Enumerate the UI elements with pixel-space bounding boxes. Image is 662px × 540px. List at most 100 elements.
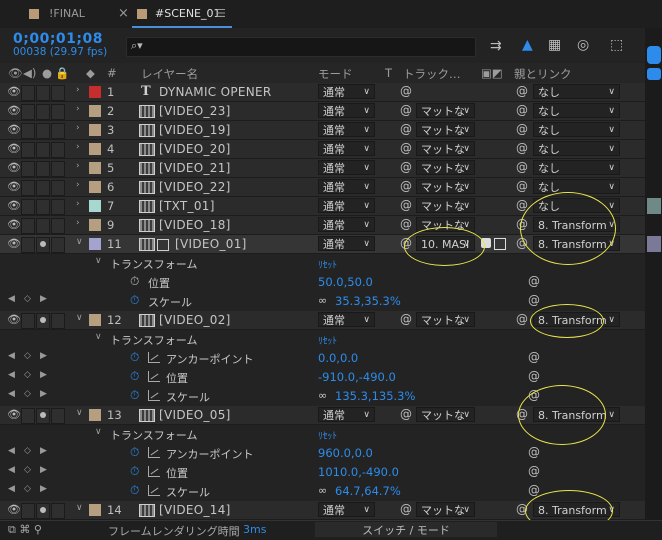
blend-mode-dropdown[interactable]: 通常 ∨ <box>318 198 375 213</box>
layer-row[interactable]: 👁 › 5 [VIDEO_21] 通常 ∨ @ マットな ∨ @ なし ∨ <box>0 159 645 178</box>
property-value[interactable]: 64.7,64.7% <box>335 484 401 498</box>
audio-column-icon[interactable]: ◀) <box>23 66 36 80</box>
property-value[interactable]: 135.3,135.3% <box>335 389 415 403</box>
pickwhip-icon[interactable]: @ <box>400 122 412 136</box>
property-value[interactable]: 0.0,0.0 <box>318 351 358 365</box>
column-t[interactable]: T <box>385 66 392 80</box>
audio-switch[interactable] <box>21 142 35 158</box>
blend-mode-dropdown[interactable]: 通常 ∨ <box>318 312 375 327</box>
solo-column-icon[interactable]: ● <box>42 66 52 80</box>
lock-switch[interactable] <box>51 199 65 215</box>
column-layer-name[interactable]: レイヤー名 <box>141 66 198 82</box>
layer-name[interactable]: [VIDEO_05] <box>159 408 231 422</box>
property-value[interactable]: 35.3,35.3% <box>335 294 401 308</box>
solo-switch[interactable] <box>36 104 50 120</box>
parent-dropdown[interactable]: なし ∨ <box>533 141 620 156</box>
track-matte-dropdown[interactable]: マットな ∨ <box>416 141 475 156</box>
parent-pickwhip-icon[interactable]: @ <box>516 160 528 174</box>
chevron-right-icon[interactable]: › <box>76 104 80 114</box>
property-row[interactable]: ◀ ◇ ▶ ⏱ 位置 1010.0,-490.0 @ <box>0 463 645 481</box>
lock-switch[interactable] <box>51 218 65 234</box>
layer-name[interactable]: [VIDEO_23] <box>159 104 231 118</box>
chevron-down-icon[interactable]: ∨ <box>76 313 83 323</box>
chevron-right-icon[interactable]: › <box>76 180 80 190</box>
chevron-down-icon[interactable]: ∨ <box>76 408 83 418</box>
next-keyframe-icon[interactable]: ▶ <box>40 446 47 456</box>
property-value[interactable]: 50.0,50.0 <box>318 275 373 289</box>
property-value[interactable]: 960.0,0.0 <box>318 446 373 460</box>
lock-switch[interactable] <box>51 123 65 139</box>
expression-pickwhip-icon[interactable]: @ <box>528 293 540 307</box>
visibility-eye-icon[interactable]: 👁 <box>7 199 21 212</box>
audio-switch[interactable] <box>21 104 35 120</box>
layer-name[interactable]: [VIDEO_21] <box>159 161 231 175</box>
label-column-icon[interactable]: ◆ <box>86 66 95 80</box>
label-color-swatch[interactable] <box>89 238 101 250</box>
track-matte-dropdown[interactable]: マットな ∨ <box>416 160 475 175</box>
graph-icon[interactable] <box>148 390 160 401</box>
property-row[interactable]: ◀ ◇ ▶ ⏱ 位置 -910.0,-490.0 @ <box>0 368 645 386</box>
add-keyframe-icon[interactable]: ◇ <box>24 484 31 494</box>
stopwatch-icon[interactable]: ⏱ <box>130 369 139 384</box>
visibility-eye-icon[interactable]: 👁 <box>7 313 21 326</box>
label-color-swatch[interactable] <box>89 409 101 421</box>
chevron-right-icon[interactable]: › <box>76 123 80 133</box>
comp-flowchart-icon[interactable]: ⇉ <box>490 38 502 54</box>
comp-icons[interactable]: ⧉ ⌘ ⚲ <box>8 523 42 537</box>
stopwatch-icon[interactable]: ⏱ <box>130 445 139 460</box>
property-row[interactable]: ⏱ 位置 50.0,50.0 @ <box>0 273 645 291</box>
layer-row[interactable]: 👁 › 4 [VIDEO_20] 通常 ∨ @ マットな ∨ @ なし ∨ <box>0 140 645 159</box>
layer-row[interactable]: 👁 › 3 [VIDEO_19] 通常 ∨ @ マットな ∨ @ なし ∨ <box>0 121 645 140</box>
pickwhip-icon[interactable]: @ <box>400 502 412 516</box>
parent-dropdown[interactable]: なし ∨ <box>533 84 620 99</box>
track-matte-dropdown[interactable]: マットな ∨ <box>416 122 475 137</box>
audio-switch[interactable] <box>21 161 35 177</box>
track-matte-dropdown[interactable]: マットな ∨ <box>416 407 475 422</box>
graph-icon[interactable] <box>148 485 160 496</box>
parent-dropdown[interactable]: なし ∨ <box>533 160 620 175</box>
label-color-swatch[interactable] <box>89 181 101 193</box>
audio-switch[interactable] <box>21 503 35 519</box>
chevron-down-icon[interactable]: ∨ <box>76 503 83 513</box>
constrain-proportions-icon[interactable]: ∞ <box>318 389 327 402</box>
tab-scene-01[interactable]: #SCENE_01 <box>155 0 221 28</box>
visibility-eye-icon[interactable]: 👁 <box>7 408 21 421</box>
reset-link[interactable]: ﾘｾｯﾄ <box>318 428 337 442</box>
label-color-swatch[interactable] <box>89 314 101 326</box>
parent-dropdown[interactable]: なし ∨ <box>533 122 620 137</box>
graph-icon[interactable] <box>148 466 160 477</box>
next-keyframe-icon[interactable]: ▶ <box>40 465 47 475</box>
next-keyframe-icon[interactable]: ▶ <box>40 294 47 304</box>
blend-mode-dropdown[interactable]: 通常 ∨ <box>318 236 375 251</box>
layer-name[interactable]: [TXT_01] <box>159 199 215 213</box>
visibility-eye-icon[interactable]: 👁 <box>7 503 21 516</box>
label-color-swatch[interactable] <box>89 143 101 155</box>
layer-name[interactable]: [VIDEO_22] <box>159 180 231 194</box>
solo-switch[interactable] <box>36 199 50 215</box>
blend-mode-dropdown[interactable]: 通常 ∨ <box>318 122 375 137</box>
parent-pickwhip-icon[interactable]: @ <box>516 103 528 117</box>
label-color-swatch[interactable] <box>89 162 101 174</box>
audio-switch[interactable] <box>21 237 35 253</box>
motion-blur-icon[interactable]: ◎ <box>577 37 589 53</box>
matte-invert-icon[interactable] <box>494 238 506 250</box>
parent-pickwhip-icon[interactable]: @ <box>516 122 528 136</box>
add-keyframe-icon[interactable]: ◇ <box>24 465 31 475</box>
parent-pickwhip-icon[interactable]: @ <box>516 84 528 98</box>
lock-switch[interactable] <box>51 85 65 101</box>
lock-switch[interactable] <box>51 161 65 177</box>
prev-keyframe-icon[interactable]: ◀ <box>8 294 15 304</box>
solo-switch[interactable] <box>36 218 50 234</box>
pickwhip-icon[interactable]: @ <box>400 312 412 326</box>
next-keyframe-icon[interactable]: ▶ <box>40 351 47 361</box>
stopwatch-icon[interactable]: ⏱ <box>130 483 139 498</box>
column-number[interactable]: # <box>107 66 117 80</box>
solo-switch[interactable] <box>36 123 50 139</box>
work-area-start[interactable] <box>647 46 661 64</box>
close-tab-icon[interactable]: × <box>118 0 129 28</box>
parent-pickwhip-icon[interactable]: @ <box>516 312 528 326</box>
layer-row[interactable]: 👁 › 2 [VIDEO_23] 通常 ∨ @ マットな ∨ @ なし ∨ <box>0 102 645 121</box>
expression-pickwhip-icon[interactable]: @ <box>528 274 540 288</box>
next-keyframe-icon[interactable]: ▶ <box>40 370 47 380</box>
property-row[interactable]: ◀ ◇ ▶ ⏱ アンカーポイント 0.0,0.0 @ <box>0 349 645 367</box>
